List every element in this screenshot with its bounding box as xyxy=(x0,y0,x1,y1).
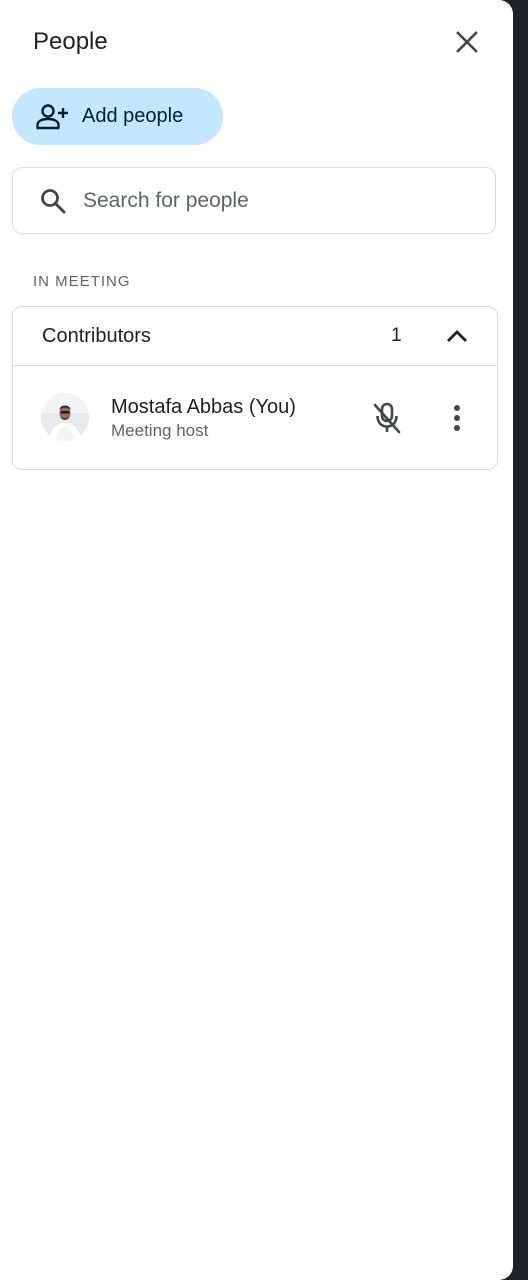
close-button[interactable] xyxy=(447,22,487,62)
people-panel: People Add people IN MEETING Contributor… xyxy=(0,0,513,1280)
contributors-header[interactable]: Contributors 1 xyxy=(13,307,497,366)
contributors-group: Contributors 1 Mostafa Abbas (You) Meeti… xyxy=(12,306,498,470)
participant-row: Mostafa Abbas (You) Meeting host xyxy=(13,366,497,469)
add-people-label: Add people xyxy=(82,105,184,127)
in-meeting-label: IN MEETING xyxy=(33,273,131,290)
close-icon xyxy=(456,31,478,53)
search-icon xyxy=(39,187,67,215)
search-box xyxy=(12,167,496,234)
more-options-button[interactable] xyxy=(439,398,475,438)
more-vert-icon xyxy=(454,405,460,431)
chevron-up-icon[interactable] xyxy=(443,322,471,350)
participant-role: Meeting host xyxy=(111,421,209,440)
group-name: Contributors xyxy=(42,325,151,347)
add-people-button[interactable]: Add people xyxy=(12,88,223,145)
panel-title: People xyxy=(33,28,108,55)
group-count: 1 xyxy=(391,325,402,346)
mic-off-icon xyxy=(369,400,405,436)
participant-name: Mostafa Abbas (You) xyxy=(111,396,296,418)
avatar xyxy=(41,393,89,441)
person-add-icon xyxy=(36,103,70,131)
search-input[interactable] xyxy=(81,187,465,214)
